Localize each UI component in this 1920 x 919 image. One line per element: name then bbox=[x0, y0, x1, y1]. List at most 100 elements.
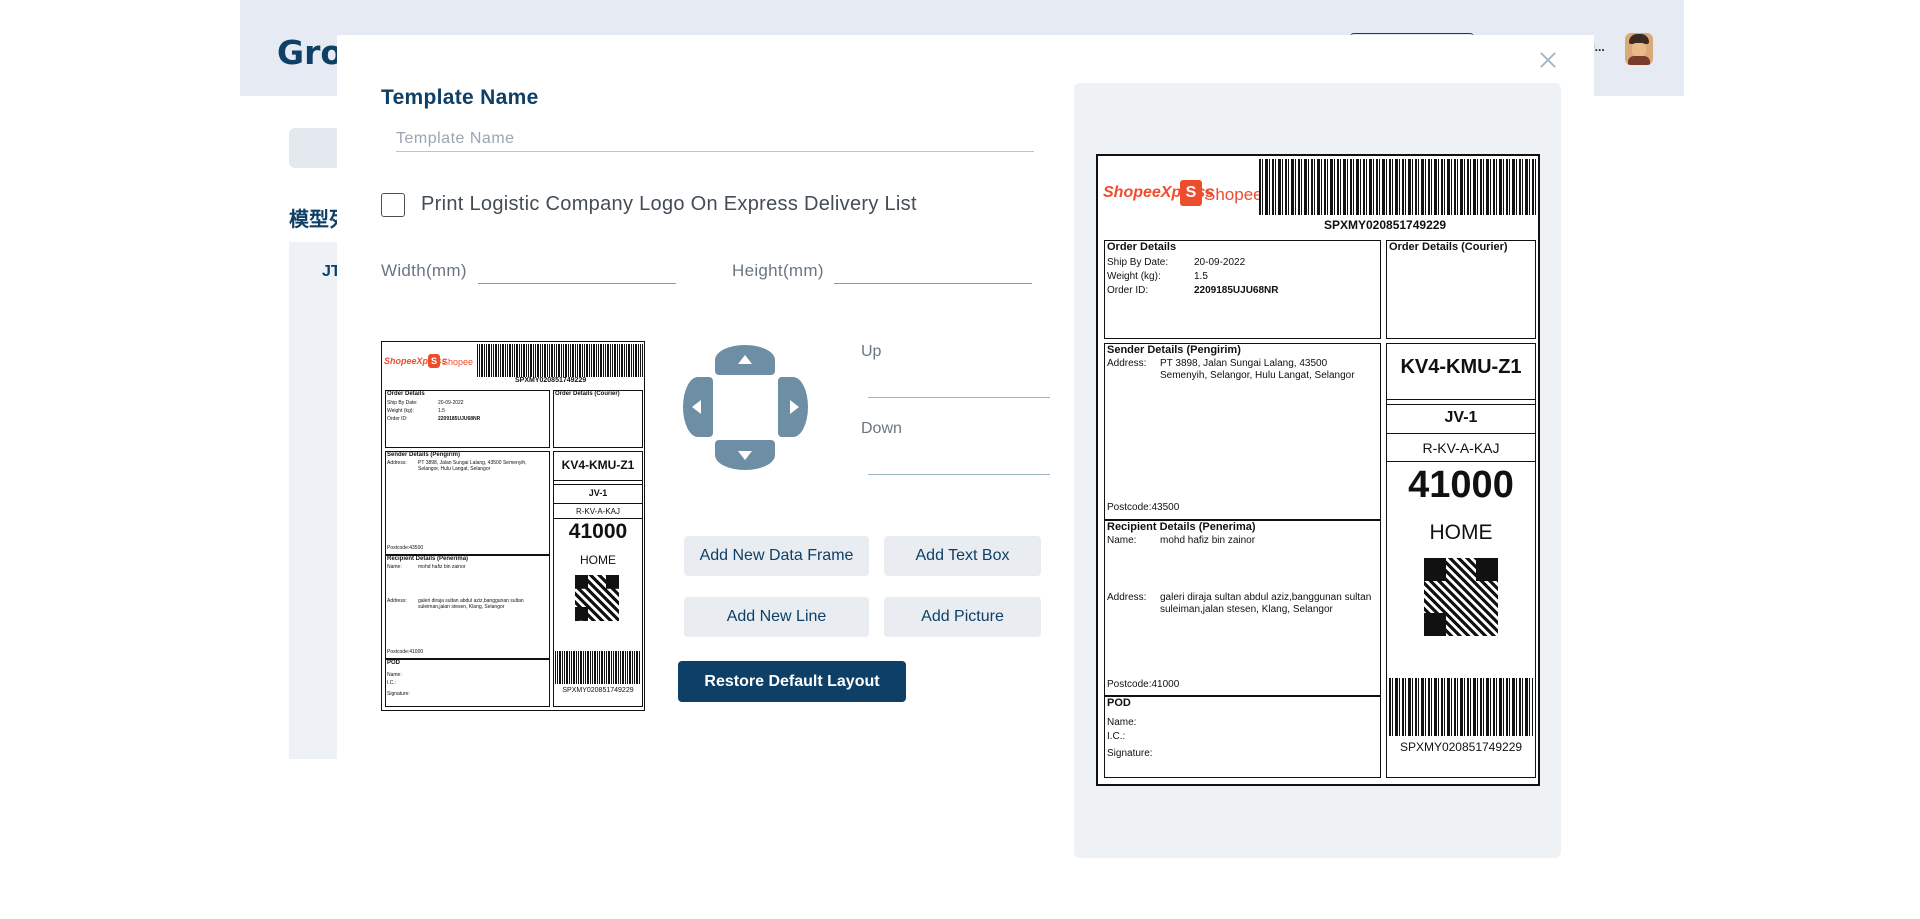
preview-qr-code bbox=[1424, 558, 1498, 636]
add-text-box-button[interactable]: Add Text Box bbox=[884, 536, 1041, 576]
add-new-line-button[interactable]: Add New Line bbox=[684, 597, 869, 637]
preview-pod-ic: I.C.: bbox=[1107, 731, 1126, 742]
preview-recipient-name-label: Name: bbox=[1107, 535, 1137, 546]
preview-recipient-name: mohd hafiz bin zainor bbox=[1160, 535, 1256, 546]
width-label: Width(mm) bbox=[381, 261, 467, 280]
preview-sender-title: Sender Details (Pengirim) bbox=[1107, 344, 1241, 356]
label-layout-preview[interactable]: ShopeeXpress S Shopee SPXMY020851749229 … bbox=[381, 341, 645, 711]
arrow-left-icon bbox=[692, 400, 701, 414]
preview-order-id-label: Order ID: bbox=[1107, 285, 1149, 296]
courier-details-box bbox=[553, 390, 643, 448]
print-preview-label: ShopeeXpress S Shopee SPXMY020851749229 … bbox=[1096, 154, 1540, 786]
preview-delivery-type: HOME bbox=[1429, 521, 1493, 544]
pod-title: POD bbox=[387, 660, 401, 666]
tracking-barcode bbox=[477, 344, 643, 377]
arrow-up-icon bbox=[738, 355, 752, 364]
move-right-button[interactable] bbox=[778, 377, 808, 437]
order-id: 2209185UJU68NR bbox=[438, 416, 481, 422]
pod-signature: Signature: bbox=[387, 691, 410, 697]
preview-ship-by-date-label: Ship By Date: bbox=[1107, 257, 1169, 268]
position-arrow-pad bbox=[683, 345, 808, 470]
up-input[interactable] bbox=[868, 374, 1050, 398]
template-name-input[interactable] bbox=[396, 126, 1034, 152]
tracking-number: SPXMY020851749229 bbox=[515, 377, 587, 384]
pod-name: Name: bbox=[387, 672, 402, 678]
ship-by-date: 20-09-2022 bbox=[438, 400, 464, 406]
preview-ship-by-date: 20-09-2022 bbox=[1194, 257, 1246, 268]
preview-recipient-address-label: Address: bbox=[1107, 592, 1147, 603]
weight-label: Weight (kg): bbox=[387, 408, 414, 414]
preview-sender-postcode: Postcode:43500 bbox=[1107, 502, 1180, 513]
add-picture-button[interactable]: Add Picture bbox=[884, 597, 1041, 637]
pod-box bbox=[385, 659, 550, 707]
small-tracking-number: SPXMY020851749229 bbox=[562, 687, 634, 694]
preview-big-postcode: 41000 bbox=[1408, 464, 1514, 506]
preview-tracking-number: SPXMY020851749229 bbox=[1324, 218, 1447, 232]
add-data-frame-button[interactable]: Add New Data Frame bbox=[684, 536, 869, 576]
sender-address: PT 3898, Jalan Sungai Lalang, 43500 Seme… bbox=[418, 460, 527, 472]
preview-pod-title: POD bbox=[1107, 697, 1131, 709]
hub-code: R-KV-A-KAJ bbox=[575, 507, 620, 516]
preview-courier-details-box bbox=[1386, 240, 1536, 339]
preview-recipient-address: galeri diraja sultan abdul aziz,bangguna… bbox=[1160, 592, 1372, 615]
arrow-right-icon bbox=[790, 400, 799, 414]
preview-pod-box bbox=[1104, 696, 1381, 778]
height-input[interactable] bbox=[834, 258, 1032, 284]
template-name-label: Template Name bbox=[381, 86, 539, 109]
big-postcode: 41000 bbox=[568, 520, 628, 543]
preview-sort-code: KV4-KMU-Z1 bbox=[1400, 356, 1522, 378]
recipient-address-label: Address: bbox=[387, 598, 407, 604]
close-icon[interactable] bbox=[1536, 48, 1560, 72]
preview-hub-code: R-KV-A-KAJ bbox=[1422, 440, 1500, 456]
sort-code: KV4-KMU-Z1 bbox=[561, 458, 635, 472]
recipient-postcode: Postcode:41000 bbox=[387, 649, 424, 655]
preview-sender-address-label: Address: bbox=[1107, 358, 1147, 369]
print-logo-label: Print Logistic Company Logo On Express D… bbox=[421, 193, 917, 215]
height-label: Height(mm) bbox=[732, 261, 824, 280]
up-label: Up bbox=[861, 343, 882, 360]
preview-order-id: 2209185UJU68NR bbox=[1194, 285, 1279, 296]
qr-code bbox=[575, 575, 619, 621]
preview-small-barcode bbox=[1389, 678, 1533, 736]
move-up-button[interactable] bbox=[715, 345, 775, 375]
sender-address-label: Address: bbox=[387, 460, 407, 466]
preview-weight-label: Weight (kg): bbox=[1107, 271, 1161, 282]
arrow-down-icon bbox=[738, 451, 752, 460]
preview-small-tracking-number: SPXMY020851749229 bbox=[1399, 740, 1523, 754]
avatar[interactable] bbox=[1625, 33, 1653, 65]
preview-order-details-title: Order Details bbox=[1107, 241, 1177, 253]
preview-shopee-bag-icon: S bbox=[1180, 180, 1202, 206]
order-id-label: Order ID: bbox=[387, 416, 408, 422]
down-input[interactable] bbox=[868, 451, 1050, 475]
recipient-name-label: Name: bbox=[387, 564, 402, 570]
sender-title: Sender Details (Pengirim) bbox=[387, 452, 461, 458]
shopee-bag-icon: S bbox=[428, 354, 440, 368]
preview-recipient-title: Recipient Details (Penerima) bbox=[1107, 521, 1256, 533]
preview-pod-signature: Signature: bbox=[1107, 748, 1153, 759]
order-details-title: Order Details bbox=[387, 391, 425, 397]
sender-postcode: Postcode:43500 bbox=[387, 545, 424, 551]
preview-tracking-barcode bbox=[1259, 159, 1538, 215]
ship-by-date-label: Ship By Date: bbox=[387, 400, 418, 406]
restore-default-layout-button[interactable]: Restore Default Layout bbox=[678, 661, 906, 702]
preview-sender-address: PT 3898, Jalan Sungai Lalang, 43500 Seme… bbox=[1160, 358, 1355, 381]
print-logo-checkbox[interactable] bbox=[381, 193, 405, 217]
move-left-button[interactable] bbox=[683, 377, 713, 437]
preview-route-code: JV-1 bbox=[1444, 409, 1478, 426]
preview-pod-name: Name: bbox=[1107, 717, 1137, 728]
width-input[interactable] bbox=[478, 258, 676, 284]
courier-details-title: Order Details (Courier) bbox=[555, 391, 620, 397]
preview-courier-details-title: Order Details (Courier) bbox=[1389, 241, 1508, 253]
recipient-address: galeri diraja sultan abdul aziz,bangguna… bbox=[418, 598, 524, 610]
route-code: JV-1 bbox=[588, 488, 608, 498]
recipient-title: Recipient Details (Penerima) bbox=[387, 556, 469, 562]
shopee-logo: Shopee bbox=[442, 357, 474, 367]
move-down-button[interactable] bbox=[715, 440, 775, 470]
down-label: Down bbox=[861, 420, 902, 437]
weight-value: 1.5 bbox=[438, 408, 445, 414]
preview-recipient-postcode: Postcode:41000 bbox=[1107, 679, 1180, 690]
recipient-name: mohd hafiz bin zainor bbox=[418, 564, 466, 570]
small-barcode bbox=[555, 651, 641, 684]
delivery-type: HOME bbox=[580, 553, 616, 567]
preview-shopee-logo: Shopee bbox=[1204, 185, 1263, 204]
